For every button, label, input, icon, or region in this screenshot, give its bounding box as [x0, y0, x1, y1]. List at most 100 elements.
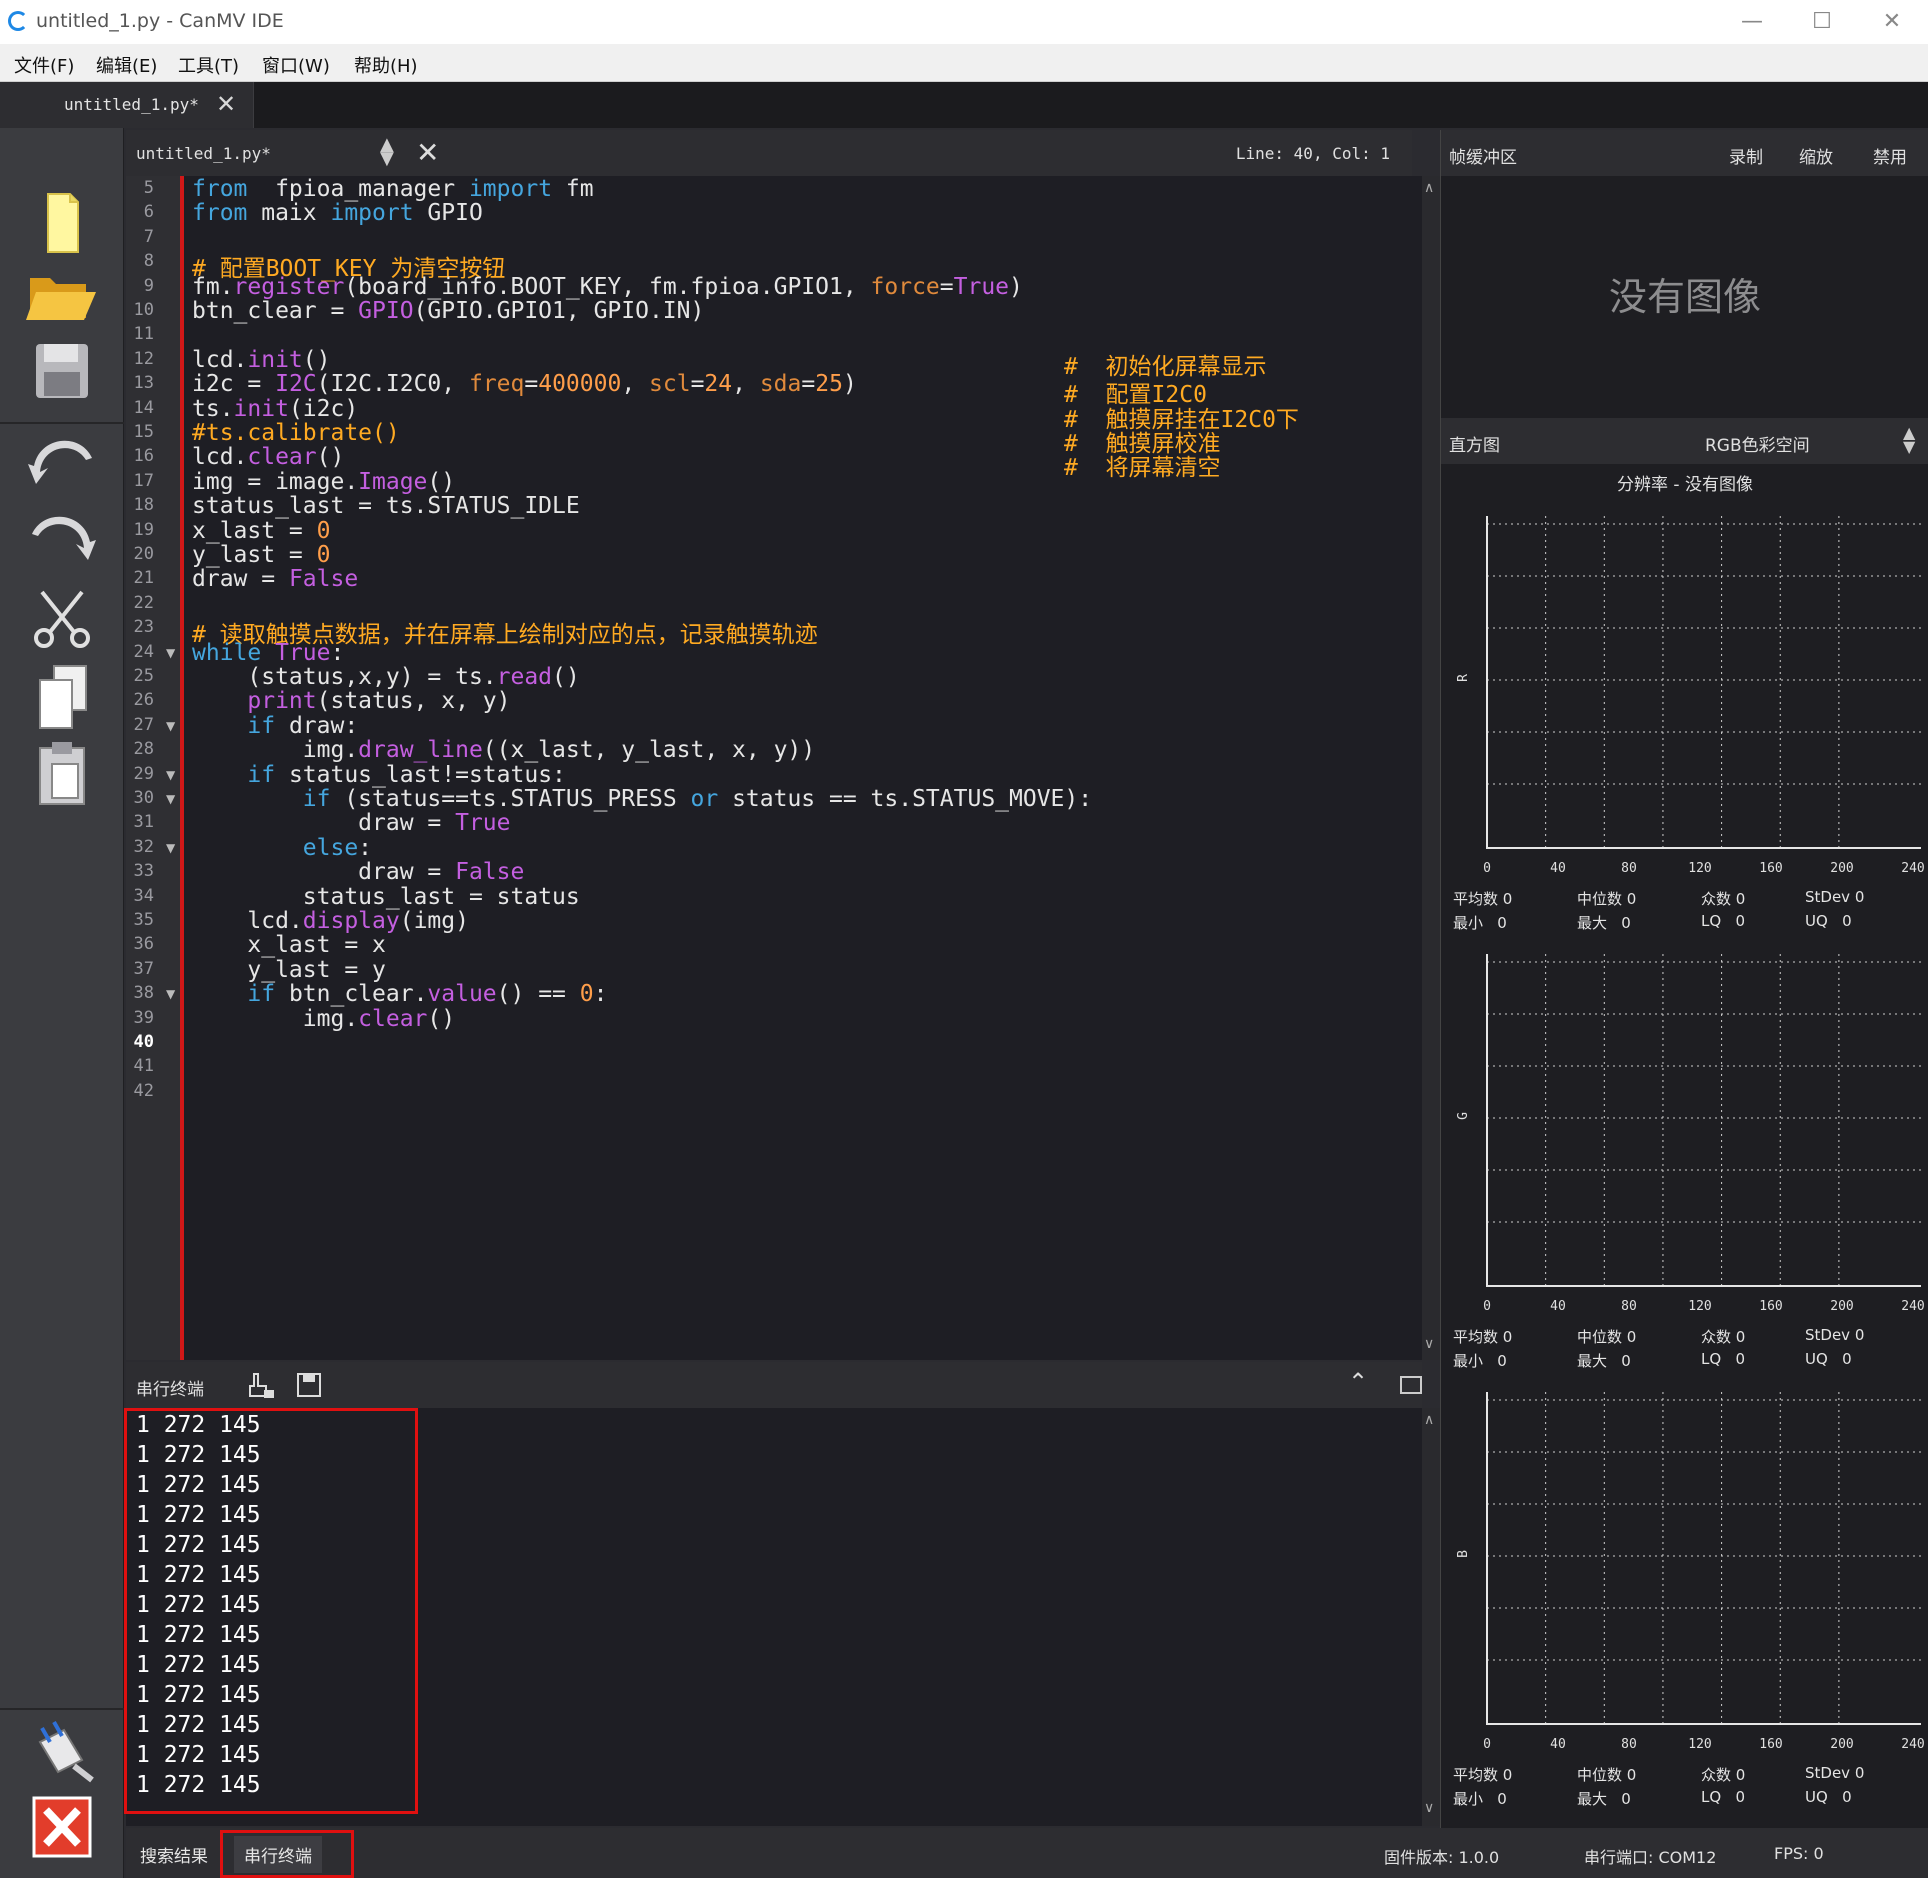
code-token: False: [288, 566, 359, 593]
histogram-chart-g: G 0 40 80 120 160 200 240: [1456, 954, 1925, 1314]
code-line: draw = False: [192, 859, 524, 885]
x-tick-label: 240: [1901, 1299, 1924, 1314]
menu-edit[interactable]: 编辑(E): [96, 52, 157, 78]
menu-help[interactable]: 帮助(H): [354, 52, 418, 78]
code-line: x_last = x: [192, 932, 386, 958]
code-line: else:: [192, 835, 372, 861]
code-token: #ts.calibrate(): [192, 420, 400, 446]
fold-arrow-icon[interactable]: ▼: [166, 792, 175, 806]
code-token: status == ts.STATUS_MOVE):: [718, 786, 1093, 812]
editor-scrollbar[interactable]: ∧ ∨: [1422, 176, 1440, 1360]
code-token: ts.: [192, 395, 234, 422]
chevron-up-icon[interactable]: ⌃: [1348, 1368, 1368, 1396]
channel-label: B: [1456, 1550, 1471, 1558]
stat-max: 最大 0: [1577, 1790, 1631, 1808]
close-editor-icon[interactable]: ✕: [416, 136, 439, 169]
paste-icon[interactable]: [20, 738, 104, 808]
fold-arrow-icon[interactable]: ▼: [166, 768, 175, 782]
line-number: 24: [133, 641, 154, 662]
terminal-scrollbar[interactable]: ∧ ∨: [1422, 1408, 1440, 1826]
code-token: from: [192, 200, 248, 227]
code-line: (status,x,y) = ts.read(): [192, 664, 580, 690]
code-token: draw =: [192, 810, 456, 837]
colorspace-chevron-icon[interactable]: ▲ ▼: [1903, 425, 1915, 455]
stop-run-icon[interactable]: [20, 1792, 104, 1862]
stat-median: 中位数 0: [1577, 1328, 1637, 1346]
scroll-up-icon[interactable]: ∧: [1424, 180, 1434, 196]
line-number: 12: [133, 348, 154, 369]
code-line: img.clear(): [192, 1006, 455, 1032]
menu-file[interactable]: 文件(F): [14, 52, 74, 78]
maximize-icon[interactable]: ☐: [1792, 4, 1852, 40]
fps-readout: FPS: 0: [1774, 1844, 1824, 1863]
fold-arrow-icon[interactable]: ▼: [166, 841, 175, 855]
code-line: if draw:: [192, 713, 358, 739]
scroll-up-icon[interactable]: ∧: [1424, 1412, 1434, 1428]
stat-stdev: StDev 0: [1805, 1326, 1865, 1344]
tab-search-results[interactable]: 搜索结果: [130, 1836, 218, 1873]
code-token: img = image.: [192, 468, 359, 495]
code-token: =: [690, 371, 705, 398]
code-token: value: [427, 981, 497, 1008]
save-terminal-icon[interactable]: [294, 1370, 324, 1400]
line-number: 21: [133, 568, 154, 589]
minimize-icon[interactable]: —: [1722, 4, 1782, 40]
scroll-down-icon[interactable]: ∨: [1424, 1800, 1434, 1816]
zoom-button[interactable]: 缩放: [1799, 143, 1833, 168]
tab-untitled-1[interactable]: untitled_1.py* ✕: [0, 82, 254, 128]
connect-icon[interactable]: [20, 1718, 104, 1788]
close-tab-icon[interactable]: ✕: [216, 90, 236, 118]
line-number: 27: [133, 714, 154, 735]
scroll-down-icon[interactable]: ∨: [1424, 1336, 1434, 1352]
x-tick-label: 40: [1550, 1299, 1566, 1314]
stat-max: 最大 0: [1577, 914, 1631, 932]
code-token: (): [552, 664, 580, 690]
code-token: fm: [552, 176, 594, 202]
close-window-icon[interactable]: ✕: [1862, 4, 1922, 40]
code-token: img.: [192, 737, 359, 764]
code-editor[interactable]: from fpioa_manager import fm from maix im…: [184, 176, 1422, 1360]
redo-icon[interactable]: [20, 504, 104, 574]
code-line: img.draw_line((x_last, y_last, x, y)): [192, 737, 815, 763]
line-number: 10: [133, 300, 154, 320]
save-icon[interactable]: [20, 336, 104, 406]
histogram-header: 直方图 RGB色彩空间 ▲ ▼: [1441, 418, 1928, 464]
code-line: img = image.Image(): [192, 469, 455, 495]
line-number: 5: [143, 178, 154, 198]
record-button[interactable]: 录制: [1729, 143, 1763, 168]
line-number-gutter: 5 6 7 8 9 10 11 12 13 14 15 16 17 18 19 20 21 22 23 24 ▼ 25 26…: [126, 176, 184, 1360]
fold-arrow-icon[interactable]: ▼: [166, 719, 175, 733]
clear-terminal-icon[interactable]: [246, 1370, 276, 1400]
framebuffer-view: 没有图像: [1441, 176, 1928, 416]
code-token: =: [801, 371, 816, 398]
panel-collapse-icon[interactable]: [1400, 1376, 1422, 1394]
code-token: False: [455, 859, 525, 886]
menu-window[interactable]: 窗口(W): [262, 52, 330, 78]
x-tick-label: 120: [1688, 861, 1711, 876]
stat-mean: 平均数 0: [1453, 1766, 1513, 1784]
code-token: y_last = y: [192, 956, 386, 983]
histogram-label: 直方图: [1449, 436, 1500, 456]
x-tick-label: 120: [1688, 1299, 1711, 1314]
code-token: draw =: [192, 566, 289, 593]
code-token: True: [455, 810, 511, 837]
file-select-chevron-icon[interactable]: ▲ ▼: [380, 136, 394, 168]
colorspace-select[interactable]: RGB色彩空间: [1705, 431, 1810, 456]
open-folder-icon[interactable]: [20, 258, 104, 328]
menu-tools[interactable]: 工具(T): [178, 52, 239, 78]
code-token: (GPIO.GPIO1, GPIO.IN): [413, 298, 705, 324]
editor-filename[interactable]: untitled_1.py*: [136, 144, 271, 163]
fold-arrow-icon[interactable]: ▼: [166, 987, 175, 1001]
code-token: :: [358, 834, 373, 861]
copy-icon[interactable]: [20, 662, 104, 732]
cut-icon[interactable]: [20, 584, 104, 654]
fold-arrow-icon[interactable]: ▼: [166, 646, 175, 660]
stat-lq: LQ 0: [1701, 912, 1746, 930]
undo-icon[interactable]: [20, 428, 104, 498]
new-file-icon[interactable]: [20, 188, 104, 258]
disable-button[interactable]: 禁用: [1873, 143, 1907, 168]
line-number: 15: [133, 422, 154, 442]
